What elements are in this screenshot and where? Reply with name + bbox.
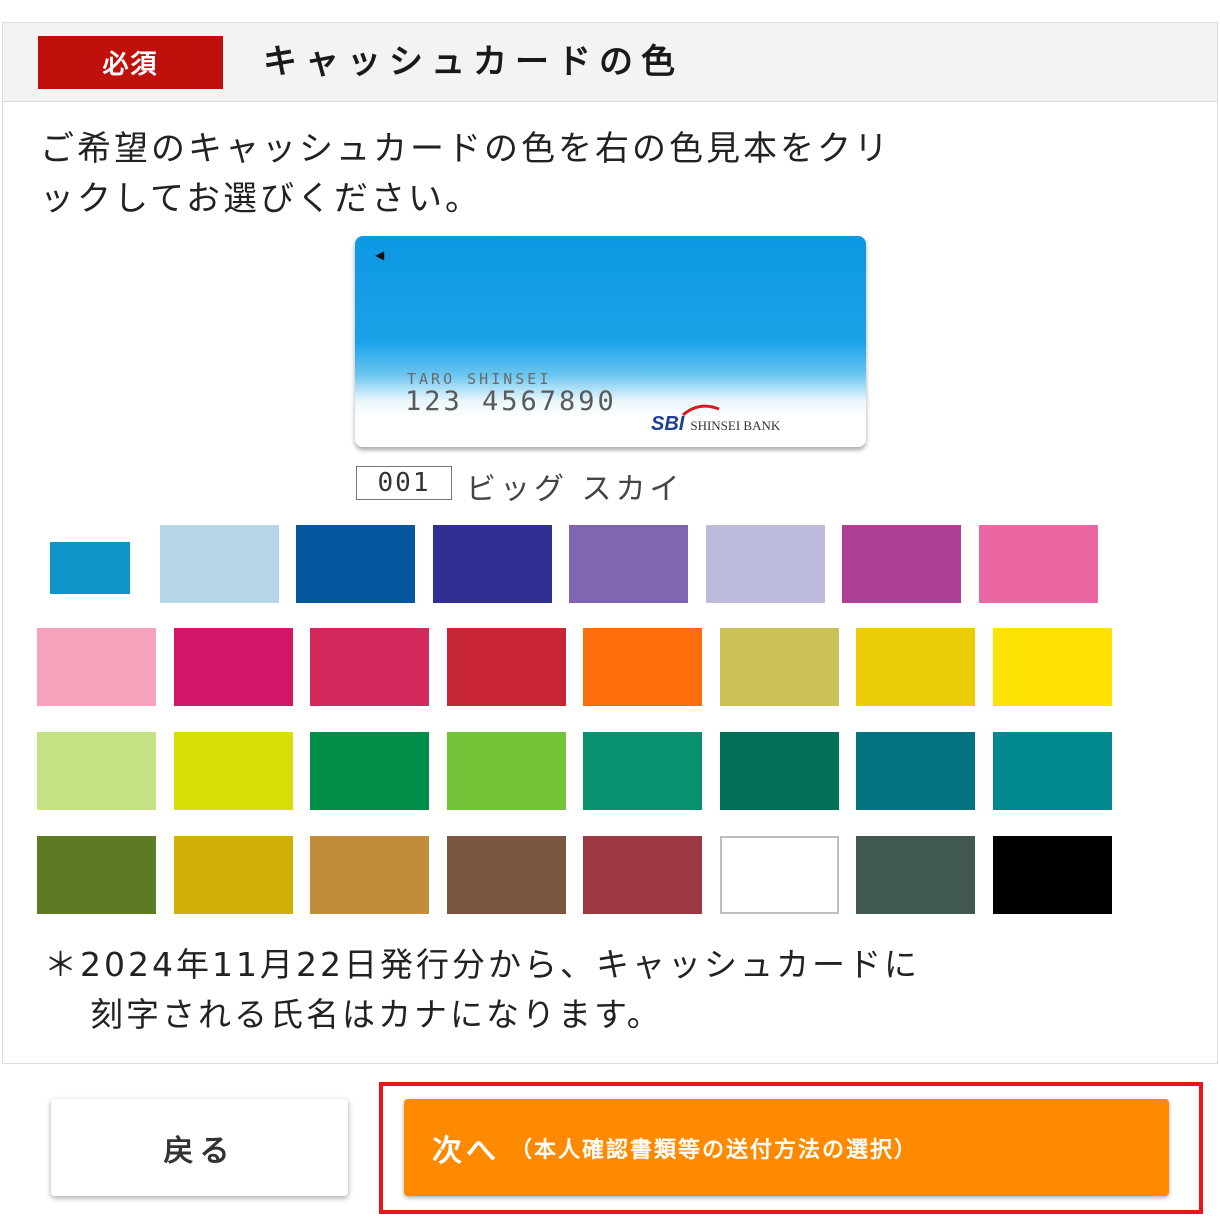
- next-button-sublabel: （本人確認書類等の送付方法の選択）: [510, 1137, 919, 1163]
- back-button[interactable]: 戻る: [51, 1099, 348, 1196]
- next-button[interactable]: 次へ （本人確認書類等の送付方法の選択）: [404, 1099, 1169, 1196]
- color-swatch[interactable]: [979, 525, 1098, 603]
- color-swatch[interactable]: [37, 732, 156, 810]
- instruction-text: ご希望のキャッシュカードの色を右の色見本をクリ ックしてお選びください。: [40, 124, 1160, 224]
- color-swatch[interactable]: [856, 836, 975, 914]
- color-swatch[interactable]: [569, 525, 688, 603]
- color-swatch[interactable]: [856, 732, 975, 810]
- color-name: ビッグ スカイ: [466, 472, 684, 507]
- color-swatch[interactable]: [174, 628, 293, 706]
- color-swatch[interactable]: [310, 836, 429, 914]
- bank-logo: SBI SHINSEI BANK: [651, 404, 781, 436]
- color-swatch[interactable]: [842, 525, 961, 603]
- color-swatch[interactable]: [174, 836, 293, 914]
- color-swatch[interactable]: [993, 836, 1112, 914]
- color-swatch[interactable]: [583, 836, 702, 914]
- note-line-2: 刻字される氏名はカナになります。: [90, 995, 663, 1034]
- color-swatch[interactable]: [37, 628, 156, 706]
- color-swatch[interactable]: [174, 732, 293, 810]
- color-swatch-selected[interactable]: [50, 542, 130, 594]
- color-swatch[interactable]: [310, 732, 429, 810]
- color-swatch[interactable]: [993, 732, 1112, 810]
- instruction-line-1: ご希望のキャッシュカードの色を右の色見本をクリ: [40, 129, 891, 169]
- kana-name-note: ＊2024年11月22日発行分から、キャッシュカードに 刻字される氏名はカナにな…: [44, 940, 1184, 1040]
- color-swatch[interactable]: [296, 525, 415, 603]
- color-swatch[interactable]: [447, 628, 566, 706]
- color-swatch[interactable]: [706, 525, 825, 603]
- logo-swoosh-icon: [682, 404, 720, 417]
- color-swatch[interactable]: [993, 628, 1112, 706]
- required-badge: 必須: [38, 36, 223, 89]
- next-button-label: 次へ: [432, 1133, 500, 1169]
- card-direction-marker: ◀: [375, 248, 385, 262]
- color-code: 001: [356, 466, 452, 500]
- color-swatch[interactable]: [720, 732, 839, 810]
- card-number: 123 4567890: [405, 386, 617, 417]
- color-swatch[interactable]: [160, 525, 279, 603]
- color-swatch[interactable]: [856, 628, 975, 706]
- sbi-logo-text: SBI: [651, 413, 685, 435]
- color-swatch[interactable]: [310, 628, 429, 706]
- color-swatch[interactable]: [720, 628, 839, 706]
- color-swatch[interactable]: [447, 732, 566, 810]
- color-swatch[interactable]: [720, 836, 839, 914]
- color-swatch[interactable]: [433, 525, 552, 603]
- color-swatch[interactable]: [447, 836, 566, 914]
- color-swatch[interactable]: [583, 628, 702, 706]
- cash-card-preview: ◀ TARO SHINSEI 123 4567890 SBI SHINSEI B…: [355, 236, 866, 447]
- panel-header: 必須 キャッシュカードの色: [3, 23, 1217, 102]
- section-title: キャッシュカードの色: [263, 42, 683, 82]
- bank-name-text: SHINSEI BANK: [690, 418, 781, 433]
- color-swatch[interactable]: [583, 732, 702, 810]
- note-line-1: ＊2024年11月22日発行分から、キャッシュカードに: [44, 945, 920, 984]
- color-swatch[interactable]: [37, 836, 156, 914]
- instruction-line-2: ックしてお選びください。: [40, 179, 482, 219]
